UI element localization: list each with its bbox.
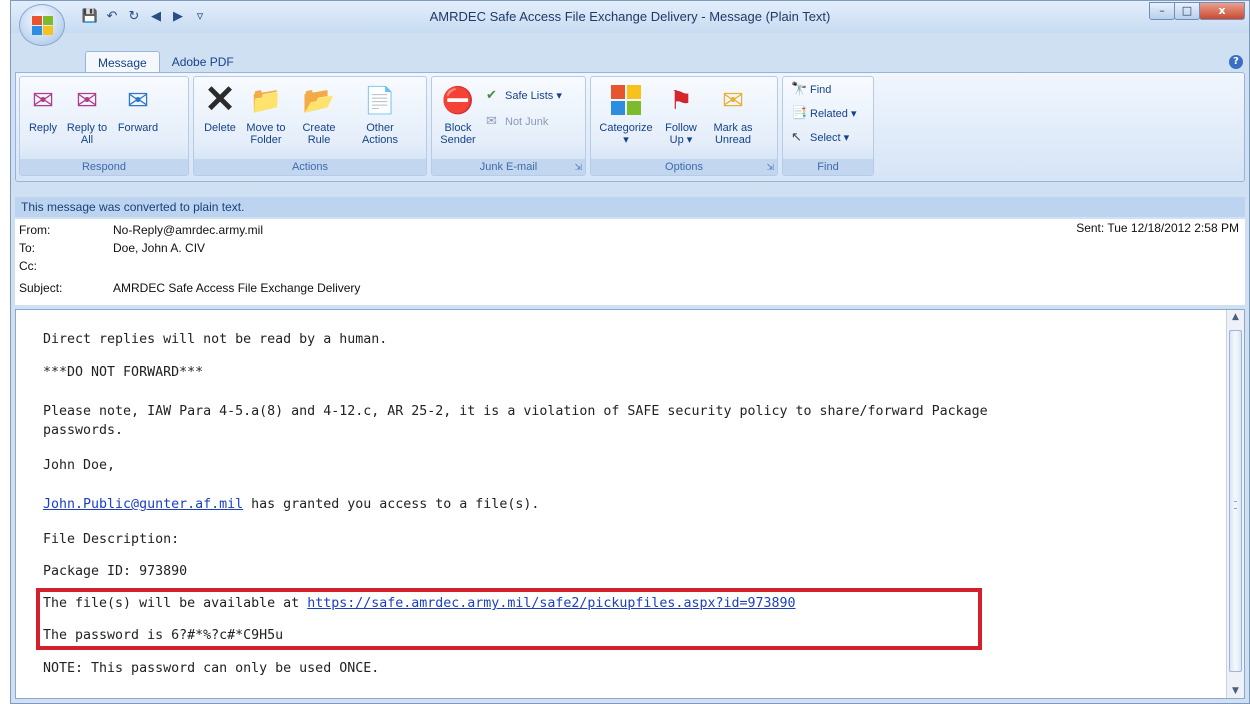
window-title: AMRDEC Safe Access File Exchange Deliver…: [429, 9, 831, 24]
cc-row: Cc:: [17, 257, 1247, 275]
outlook-message-window: 💾 ↶ ↻ ◀ ▶ ▿ AMRDEC Safe Access File Exch…: [10, 0, 1250, 704]
mark-unread-button[interactable]: ✉ Mark as Unread: [707, 83, 759, 146]
safe-lists-icon: ✔: [486, 87, 497, 102]
ribbon: ✉ Reply ✉ Reply to All ✉ Forward Respond…: [15, 72, 1245, 182]
cc-label: Cc:: [19, 259, 37, 273]
body-package-id: Package ID: 973890: [43, 564, 188, 579]
create-rule-button[interactable]: 📂 Create Rule: [294, 83, 344, 146]
sent-date: Sent: Tue 12/18/2012 2:58 PM: [1076, 221, 1239, 235]
info-bar: This message was converted to plain text…: [15, 197, 1245, 217]
other-actions-icon: 📄: [363, 85, 397, 115]
forward-button[interactable]: ✉ Forward: [114, 83, 162, 134]
related-icon: 📑: [791, 105, 808, 120]
group-actions: ✕ Delete 📁 Move to Folder 📂 Create Rule …: [193, 76, 427, 176]
categorize-button[interactable]: Categorize ▾: [597, 83, 655, 146]
body-file-description: File Description:: [43, 532, 180, 547]
from-row: From: No-Reply@amrdec.army.mil: [17, 221, 1247, 239]
scroll-grip: [1234, 501, 1237, 509]
group-title-find: Find: [783, 159, 873, 175]
reply-all-button[interactable]: ✉ Reply to All: [64, 83, 110, 146]
follow-up-button[interactable]: ⚑ Follow Up ▾: [659, 83, 703, 146]
vertical-scrollbar[interactable]: ▲ ▼: [1226, 310, 1244, 698]
body-line-do-not-forward: ***DO NOT FORWARD***: [43, 365, 204, 380]
related-button[interactable]: 📑 Related ▾: [791, 103, 857, 123]
safe-lists-button[interactable]: ✔ Safe Lists ▾: [486, 85, 562, 105]
scroll-up-icon[interactable]: ▲: [1227, 310, 1244, 324]
close-button[interactable]: x: [1199, 2, 1245, 20]
delete-icon: ✕: [204, 79, 236, 121]
create-rule-icon: 📂: [302, 85, 336, 115]
subject-value: AMRDEC Safe Access File Exchange Deliver…: [113, 281, 361, 295]
subject-row: Subject: AMRDEC Safe Access File Exchang…: [17, 279, 1247, 297]
other-actions-button[interactable]: 📄 Other Actions: [350, 83, 410, 146]
not-junk-button[interactable]: ✉ Not Junk: [486, 111, 548, 131]
sender-email-link[interactable]: John.Public@gunter.af.mil: [43, 497, 243, 512]
help-icon[interactable]: ?: [1229, 55, 1243, 69]
group-options: Categorize ▾ ⚑ Follow Up ▾ ✉ Mark as Unre…: [590, 76, 778, 176]
window-controls: – □ x: [1149, 2, 1245, 20]
group-find: 🔭 Find 📑 Related ▾ ↖ Select ▾ Find: [782, 76, 874, 176]
title-bar: 💾 ↶ ↻ ◀ ▶ ▿ AMRDEC Safe Access File Exch…: [11, 1, 1249, 33]
group-respond: ✉ Reply ✉ Reply to All ✉ Forward Respond: [19, 76, 189, 176]
group-title-respond: Respond: [20, 159, 188, 175]
body-granted-line: John.Public@gunter.af.mil has granted yo…: [43, 497, 540, 512]
from-label: From:: [19, 223, 51, 237]
select-icon: ↖: [791, 129, 802, 144]
options-launcher-icon[interactable]: ⇲: [766, 163, 774, 173]
group-title-actions: Actions: [194, 159, 426, 175]
find-button[interactable]: 🔭 Find: [791, 79, 831, 99]
body-note: NOTE: This password can only be used ONC…: [43, 661, 380, 676]
to-label: To:: [19, 241, 36, 255]
forward-icon: ✉: [127, 85, 149, 115]
subject-label: Subject:: [19, 281, 63, 295]
highlight-box: [36, 588, 982, 650]
junk-email-launcher-icon[interactable]: ⇲: [574, 163, 582, 173]
minimize-button[interactable]: –: [1149, 2, 1175, 20]
group-title-options: Options: [591, 159, 777, 175]
body-line-replies: Direct replies will not be read by a hum…: [43, 332, 388, 347]
categorize-icon: [611, 85, 641, 115]
reply-icon: ✉: [32, 85, 54, 115]
to-value[interactable]: Doe, John A. CIV: [113, 239, 205, 257]
body-greeting: John Doe,: [43, 458, 116, 473]
office-button[interactable]: [19, 4, 65, 46]
follow-up-flag-icon: ⚑: [669, 85, 693, 115]
block-sender-icon: ⛔: [441, 85, 475, 115]
block-sender-button[interactable]: ⛔ Block Sender: [438, 83, 478, 146]
mark-unread-icon: ✉: [722, 85, 744, 115]
from-value[interactable]: No-Reply@amrdec.army.mil: [113, 221, 263, 239]
group-junk-email: ⛔ Block Sender ✔ Safe Lists ▾ ✉ Not Junk J…: [431, 76, 586, 176]
tab-message[interactable]: Message: [85, 51, 160, 74]
delete-button[interactable]: ✕ Delete: [200, 79, 240, 134]
body-line-policy-cont: passwords.: [43, 423, 124, 438]
body-line-policy: Please note, IAW Para 4-5.a(8) and 4-12.…: [43, 404, 988, 419]
ribbon-tabs: Message Adobe PDF: [85, 51, 246, 74]
tab-adobe-pdf[interactable]: Adobe PDF: [160, 51, 246, 73]
select-button[interactable]: ↖ Select ▾: [791, 127, 849, 147]
scroll-down-icon[interactable]: ▼: [1227, 684, 1244, 698]
scroll-thumb[interactable]: [1229, 330, 1242, 672]
office-logo-icon: [32, 16, 53, 35]
find-icon: 🔭: [791, 81, 808, 96]
not-junk-icon: ✉: [486, 113, 497, 128]
reply-button[interactable]: ✉ Reply: [26, 83, 60, 134]
to-row: To: Doe, John A. CIV: [17, 239, 1247, 257]
message-body[interactable]: Direct replies will not be read by a hum…: [15, 309, 1245, 699]
reply-all-icon: ✉: [76, 85, 98, 115]
move-to-folder-button[interactable]: 📁 Move to Folder: [242, 83, 290, 146]
message-header: From: No-Reply@amrdec.army.mil Sent: Tue…: [15, 219, 1245, 305]
maximize-button[interactable]: □: [1174, 2, 1200, 20]
group-title-junk-email: Junk E-mail: [432, 159, 585, 175]
move-to-folder-icon: 📁: [249, 85, 283, 115]
